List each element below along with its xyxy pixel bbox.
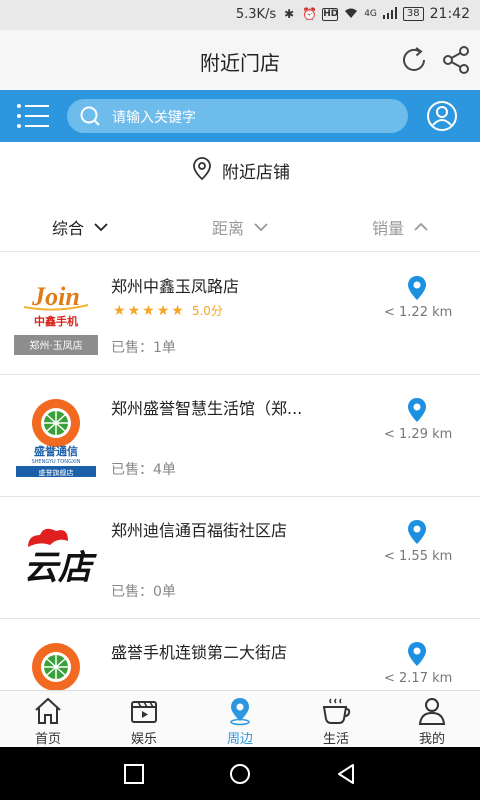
svg-text:云店: 云店 bbox=[24, 548, 97, 588]
chevron-down-icon bbox=[254, 223, 268, 232]
nav-label: 首页 bbox=[34, 732, 61, 747]
nav-entertainment[interactable]: 娱乐 bbox=[96, 691, 192, 748]
sort-comprehensive[interactable]: 综合 bbox=[52, 215, 108, 239]
svg-text:盛誉通信: 盛誉通信 bbox=[34, 444, 78, 458]
store-logo: Join 中鑫手机 郑州·玉凤店 bbox=[14, 273, 98, 355]
coffee-icon bbox=[322, 698, 351, 724]
chevron-down-icon bbox=[94, 223, 108, 232]
svg-text:Join: Join bbox=[31, 282, 80, 311]
back-icon[interactable] bbox=[334, 762, 358, 786]
user-icon[interactable] bbox=[426, 100, 458, 132]
store-rating: ★ ★ ★ ★ ★ 5.0分 bbox=[113, 302, 223, 319]
sort-label: 销量 bbox=[372, 219, 405, 238]
star-icon: ★ bbox=[127, 302, 141, 319]
store-list: Join 中鑫手机 郑州·玉凤店 郑州中鑫玉凤路店 ★ ★ ★ ★ ★ 5.0分… bbox=[0, 253, 480, 741]
location-pin-icon[interactable] bbox=[406, 519, 428, 545]
clock: 21:42 bbox=[429, 6, 470, 22]
star-icon: ★ bbox=[142, 302, 155, 319]
bottom-nav: 首页 娱乐 周边 生活 我的 bbox=[0, 690, 480, 747]
store-name: 盛誉手机连锁第二大街店 bbox=[111, 643, 288, 662]
sold-count: 已售：0单 bbox=[111, 584, 176, 600]
wifi-icon bbox=[344, 7, 358, 21]
status-icons: 5.3K/s ✱ ⏰ HD 4G 38 21:42 bbox=[236, 6, 470, 22]
network-type: 4G bbox=[364, 9, 377, 19]
store-distance: < 2.17 km bbox=[384, 671, 453, 686]
title-bar: 附近门店 bbox=[0, 30, 480, 90]
store-name: 郑州中鑫玉凤路店 bbox=[111, 277, 240, 296]
bluetooth-icon: ✱ bbox=[284, 7, 295, 21]
home-button-icon[interactable] bbox=[228, 762, 252, 786]
system-nav-bar bbox=[0, 747, 480, 800]
star-icon: ★ bbox=[156, 302, 170, 319]
sort-label: 距离 bbox=[212, 219, 245, 238]
store-name: 郑州盛誉智慧生活馆（郑... bbox=[111, 399, 303, 418]
net-speed: 5.3K/s bbox=[235, 6, 277, 22]
alarm-icon: ⏰ bbox=[302, 7, 318, 21]
svg-text:中鑫手机: 中鑫手机 bbox=[34, 314, 78, 328]
svg-text:盛誉旗舰店: 盛誉旗舰店 bbox=[39, 468, 74, 477]
location-icon bbox=[230, 698, 250, 726]
sort-distance[interactable]: 距离 bbox=[212, 215, 268, 239]
nav-label: 周边 bbox=[226, 732, 253, 747]
refresh-icon[interactable] bbox=[398, 44, 430, 76]
sold-count: 已售：1单 bbox=[111, 340, 176, 356]
nav-life[interactable]: 生活 bbox=[288, 691, 384, 748]
screen: 5.3K/s ✱ ⏰ HD 4G 38 21:42 附近门店 请输入关键字 附近… bbox=[0, 0, 480, 800]
status-bar: 5.3K/s ✱ ⏰ HD 4G 38 21:42 bbox=[0, 0, 480, 30]
search-icon bbox=[80, 106, 100, 126]
person-icon bbox=[418, 698, 446, 725]
chevron-up-icon bbox=[414, 222, 428, 231]
hd-icon: HD bbox=[322, 7, 339, 21]
signal-icon bbox=[382, 7, 397, 21]
menu-icon[interactable] bbox=[16, 102, 50, 130]
recent-apps-icon[interactable] bbox=[122, 762, 146, 786]
store-logo: 盛誉通信 SHENGYU TONGXIN 盛誉旗舰店 bbox=[14, 395, 98, 477]
sort-label: 综合 bbox=[52, 219, 85, 238]
nav-nearby[interactable]: 周边 bbox=[192, 691, 288, 748]
star-icon: ★ bbox=[113, 302, 126, 319]
search-placeholder: 请输入关键字 bbox=[112, 110, 196, 126]
store-item[interactable]: 盛誉通信 SHENGYU TONGXIN 盛誉旗舰店 郑州盛誉智慧生活馆（郑..… bbox=[0, 375, 480, 497]
star-icon: ★ bbox=[171, 302, 184, 319]
store-distance: < 1.29 km bbox=[384, 427, 453, 442]
sold-count: 已售：4单 bbox=[111, 462, 176, 478]
store-name: 郑州迪信通百福街社区店 bbox=[111, 521, 288, 540]
store-distance: < 1.22 km bbox=[384, 305, 453, 320]
store-distance: < 1.55 km bbox=[384, 549, 453, 564]
nearby-header: 附近店铺 bbox=[0, 142, 480, 194]
store-item[interactable]: 云店 郑州迪信通百福街社区店 已售：0单 < 1.55 km bbox=[0, 497, 480, 619]
nav-home[interactable]: 首页 bbox=[0, 691, 96, 748]
rating-score: 5.0分 bbox=[191, 304, 223, 318]
nav-label: 我的 bbox=[418, 732, 445, 747]
sort-bar: 综合 距离 销量 bbox=[0, 194, 480, 252]
svg-text:郑州·玉凤店: 郑州·玉凤店 bbox=[29, 339, 82, 352]
battery-icon: 38 bbox=[402, 7, 424, 21]
sort-sales[interactable]: 销量 bbox=[372, 215, 428, 239]
nav-mine[interactable]: 我的 bbox=[384, 691, 480, 748]
nav-label: 生活 bbox=[322, 732, 349, 747]
location-pin-icon[interactable] bbox=[406, 275, 428, 301]
search-bar: 请输入关键字 bbox=[0, 90, 480, 142]
location-pin-icon[interactable] bbox=[406, 397, 428, 423]
svg-text:SHENGYU TONGXIN: SHENGYU TONGXIN bbox=[31, 459, 80, 465]
location-pin-icon[interactable] bbox=[406, 641, 428, 667]
location-pin-icon bbox=[193, 157, 211, 181]
home-icon bbox=[35, 697, 61, 724]
share-icon[interactable] bbox=[440, 44, 472, 76]
nav-label: 娱乐 bbox=[130, 732, 157, 747]
nearby-label: 附近店铺 bbox=[222, 163, 290, 183]
store-item[interactable]: Join 中鑫手机 郑州·玉凤店 郑州中鑫玉凤路店 ★ ★ ★ ★ ★ 5.0分… bbox=[0, 253, 480, 375]
video-icon bbox=[131, 701, 157, 723]
search-input[interactable]: 请输入关键字 bbox=[67, 99, 408, 133]
store-logo: 云店 bbox=[14, 517, 98, 599]
